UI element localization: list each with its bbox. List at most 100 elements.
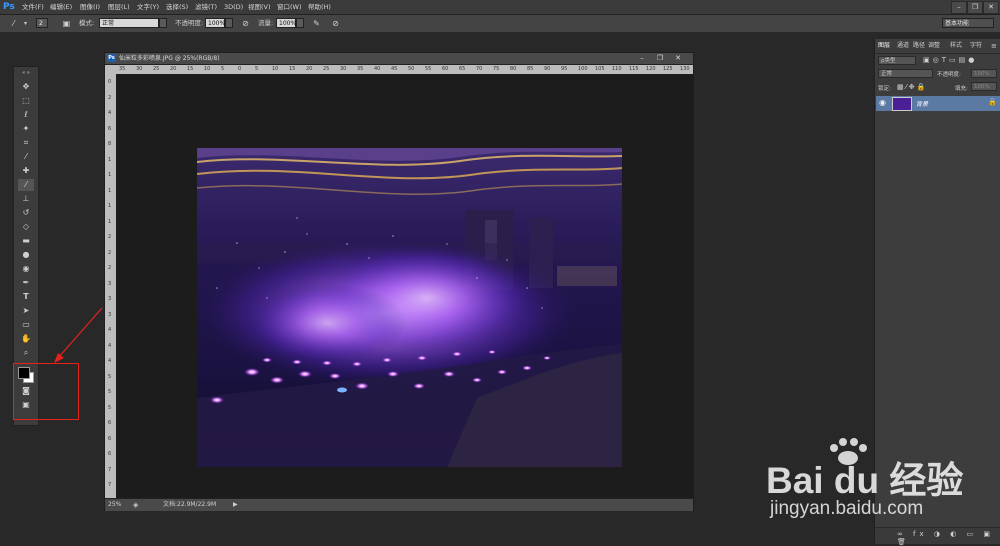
ruler-left-tick: 5	[108, 404, 112, 411]
eraser-icon[interactable]: ◇	[18, 221, 34, 233]
pressure-size-icon[interactable]: ⊘	[330, 18, 341, 29]
eye-icon[interactable]: ◉	[879, 98, 886, 107]
menu-layer[interactable]: 图层(L)	[108, 0, 130, 14]
history-brush-icon[interactable]: ↺	[18, 207, 34, 219]
fill-field[interactable]: 100%	[971, 82, 997, 91]
ruler-top-tick: 75	[493, 66, 500, 72]
menu-3d[interactable]: 3D(D)	[224, 0, 243, 14]
ruler-top-tick: 40	[374, 66, 381, 72]
blend-mode-select[interactable]: 正常	[878, 69, 933, 78]
quick-select-icon[interactable]: ✦	[18, 123, 34, 135]
menu-type[interactable]: 文字(Y)	[137, 0, 159, 14]
doc-restore-button[interactable]: ❐	[653, 53, 667, 63]
app-restore-button[interactable]: ❐	[967, 1, 983, 14]
brush-preset-icon[interactable]: ▣	[61, 18, 72, 29]
zoom-level[interactable]: 25%	[108, 499, 121, 511]
ruler-top-tick: 30	[340, 66, 347, 72]
lock-icon: 🔒	[988, 98, 997, 106]
flow-dropdown-button[interactable]	[296, 18, 304, 28]
tab-channels[interactable]: 通道	[897, 41, 909, 51]
annotation-arrow	[54, 307, 103, 363]
menu-help[interactable]: 帮助(H)	[308, 0, 331, 14]
tab-character[interactable]: 字符	[970, 41, 982, 51]
ruler-top-tick: 15	[187, 66, 194, 72]
ruler-left-tick: 4	[108, 110, 112, 116]
dodge-icon[interactable]: ◉	[18, 263, 34, 275]
stamp-icon[interactable]: ⊥	[18, 193, 34, 205]
mode-select[interactable]: 正常	[99, 18, 159, 28]
crop-icon[interactable]: ⌗	[18, 137, 34, 149]
document-titlebar[interactable]: Ps 仙米粒多彩喷泉.JPG @ 25%(RGB/8) – ❐ ✕	[105, 53, 693, 65]
color-swatch-icon[interactable]	[18, 367, 30, 379]
tab-adjustments[interactable]: 调整	[928, 41, 940, 51]
workspace-select[interactable]: 基本功能	[942, 18, 994, 28]
ruler-top-tick: 120	[646, 66, 656, 72]
app-minimize-button[interactable]: –	[951, 1, 967, 14]
fill-label: 填充:	[955, 86, 968, 92]
toolbox-collapse-icon[interactable]: « »	[18, 70, 34, 76]
hand-icon[interactable]: ✋	[18, 333, 34, 345]
brush-dropdown-icon[interactable]: ▾	[20, 18, 31, 29]
lasso-icon[interactable]: ℓ	[18, 109, 34, 121]
ruler-top-tick: 10	[272, 66, 279, 72]
move-icon[interactable]: ✥	[18, 81, 34, 93]
ruler-top-tick: 85	[527, 66, 534, 72]
ps-doc-badge-icon: Ps	[107, 54, 116, 62]
path-select-icon[interactable]: ➤	[18, 305, 34, 317]
menu-edit[interactable]: 编辑(E)	[50, 0, 72, 14]
mode-dropdown-button[interactable]	[159, 18, 167, 28]
panel-menu-icon[interactable]: ≡	[991, 41, 997, 51]
airbrush-icon[interactable]: ✎	[311, 18, 322, 29]
eyedropper-icon[interactable]: ⁄	[18, 151, 34, 163]
lock-icons[interactable]: ▦⁄✥🔒	[897, 83, 927, 91]
document-status-bar: 25% ◈ 文档:22.9M/22.9M ▶	[105, 498, 693, 511]
menu-image[interactable]: 图像(I)	[80, 0, 100, 14]
doc-minimize-button[interactable]: –	[635, 53, 649, 63]
ruler-left-tick: 4	[108, 342, 112, 349]
marquee-icon[interactable]: ⬚	[18, 95, 34, 107]
ruler-left-tick: 3	[108, 296, 112, 302]
brush-tool-icon[interactable]: ⁄	[18, 179, 34, 191]
canvas-area[interactable]	[116, 74, 693, 498]
tab-paths[interactable]: 路径	[913, 41, 925, 51]
zoom-icon[interactable]: ⌕	[18, 347, 34, 359]
pen-icon[interactable]: ✒	[18, 277, 34, 289]
layer-name[interactable]: 背景	[916, 99, 928, 108]
ruler-top-tick: 60	[442, 66, 449, 72]
layer-action-icons[interactable]: ∞ fx ◑ ◐ ▭ ▣ 🗑	[897, 530, 1000, 546]
opacity-label: 不透明度:	[175, 19, 204, 27]
shape-icon[interactable]: ▭	[18, 319, 34, 331]
tab-styles[interactable]: 样式	[950, 41, 962, 51]
ps-logo-icon: Ps	[3, 2, 15, 12]
menu-filter[interactable]: 滤镜(T)	[195, 0, 217, 14]
doc-close-button[interactable]: ✕	[671, 53, 685, 63]
tab-layers[interactable]: 图层	[878, 41, 890, 51]
status-menu-arrow-icon[interactable]: ▶	[233, 499, 238, 511]
ruler-left-tick: 1	[108, 187, 112, 194]
app-close-button[interactable]: ✕	[983, 1, 999, 14]
layer-filter-icons[interactable]: ▣◎T▭▤●	[923, 56, 977, 64]
status-info-icon[interactable]: ◈	[133, 499, 138, 511]
opacity-field[interactable]: 100%	[205, 18, 225, 28]
menu-view[interactable]: 视图(V)	[248, 0, 271, 14]
mode-label: 模式:	[79, 19, 95, 27]
ruler-left-tick: 2	[108, 265, 112, 271]
menu-window[interactable]: 窗口(W)	[277, 0, 302, 14]
blur-icon[interactable]: ●	[18, 249, 34, 261]
panel-opacity-field[interactable]: 100%	[971, 69, 997, 78]
ruler-top-tick: 80	[510, 66, 517, 72]
layer-filter-select[interactable]: ρ类型	[878, 56, 916, 65]
flow-field[interactable]: 100%	[276, 18, 296, 28]
brush-icon[interactable]: ⁄	[8, 18, 19, 29]
ruler-origin[interactable]	[105, 65, 116, 74]
menu-file[interactable]: 文件(F)	[22, 0, 44, 14]
brush-size-field[interactable]: 2	[36, 18, 48, 28]
menu-select[interactable]: 选择(S)	[166, 0, 188, 14]
healing-icon[interactable]: ✚	[18, 165, 34, 177]
opacity-dropdown-button[interactable]	[225, 18, 233, 28]
gradient-icon[interactable]: ▬	[18, 235, 34, 247]
pressure-opacity-icon[interactable]: ⊘	[240, 18, 251, 29]
ruler-top-tick: 95	[561, 66, 568, 72]
layer-row-background[interactable]: ◉ 背景 🔒	[876, 96, 1000, 111]
type-icon[interactable]: T	[18, 291, 34, 303]
